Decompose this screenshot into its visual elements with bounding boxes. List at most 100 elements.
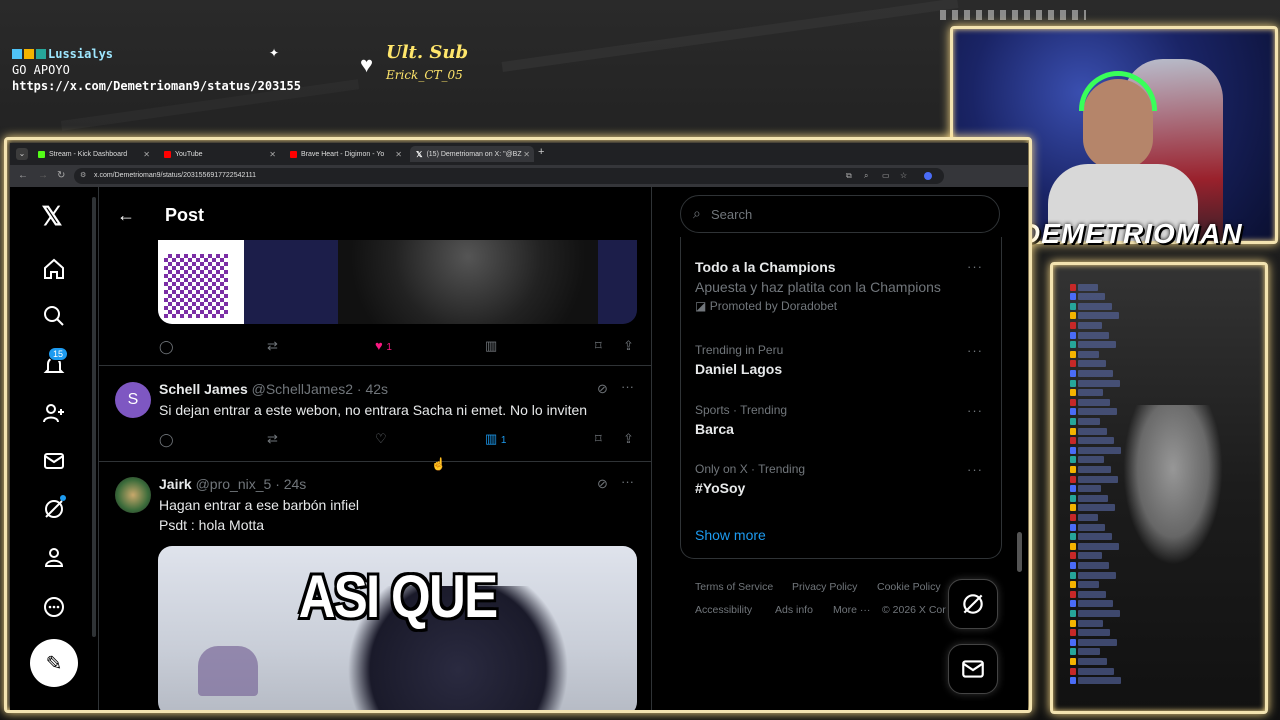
more-options-icon[interactable]: ··· (621, 474, 634, 489)
back-icon[interactable]: ← (18, 170, 28, 181)
site-info-icon[interactable]: ⚙ (80, 171, 86, 179)
tab-youtube-2[interactable]: Brave Heart - Digimon - Yo ✕ (284, 146, 406, 162)
notifications-icon[interactable]: 15 (40, 347, 69, 379)
chat-badge-icon (1070, 609, 1076, 617)
repost-icon[interactable]: ⇄ (267, 338, 278, 354)
chat-line (1078, 293, 1105, 301)
tab-x-active[interactable]: 𝕏 (15) Demetrioman on X: "@BZ ✕ (410, 146, 534, 162)
compose-post-button[interactable]: ✎ (30, 639, 78, 687)
show-more-link[interactable]: Show more (695, 527, 766, 543)
post-time[interactable]: · 24s (275, 476, 306, 492)
avatar[interactable] (115, 477, 151, 513)
repost-icon[interactable]: ⇄ (267, 431, 278, 447)
author-handle[interactable]: @pro_nix_5 (196, 476, 272, 492)
ult-sub-label: Ult. Sub (386, 42, 469, 63)
share-icon[interactable]: ⇪ (623, 431, 634, 447)
bookmark-icon[interactable]: ⌑ (595, 338, 602, 354)
reload-icon[interactable]: ↻ (57, 170, 65, 181)
x-logo-icon[interactable]: 𝕏 (38, 201, 66, 231)
profile-icon[interactable] (40, 543, 68, 571)
new-tab-button[interactable]: + (538, 146, 544, 158)
grok-floating-button[interactable] (948, 579, 998, 629)
forward-icon[interactable]: → (38, 170, 48, 181)
video-person (338, 240, 598, 324)
close-icon[interactable]: ✕ (523, 150, 530, 159)
trend-item[interactable]: Only on X · Trending #YoSoy (695, 462, 805, 496)
close-icon[interactable]: ✕ (143, 150, 150, 159)
author-name[interactable]: Schell James (159, 381, 248, 397)
author-handle[interactable]: @SchellJames2 (252, 381, 353, 397)
reply-header: Jairk @pro_nix_5 · 24s (159, 476, 306, 492)
extension-icon[interactable] (924, 172, 932, 180)
chat-badge-icon (1070, 581, 1076, 589)
address-bar[interactable]: ⚙ x.com/Demetrioman9/status/203155691772… (74, 168, 944, 184)
chat-line (1078, 456, 1104, 464)
footer-ads-link[interactable]: Ads info (775, 604, 813, 616)
chat-line (1078, 331, 1109, 339)
search-box[interactable]: ⌕ Search (680, 195, 1000, 233)
avatar[interactable]: S (115, 382, 151, 418)
chat-badge-icon (1070, 600, 1076, 608)
notification-badge: 15 (48, 347, 69, 361)
zoom-icon[interactable]: ⌕ (864, 171, 868, 181)
grok-icon[interactable]: ⊘ (597, 476, 608, 492)
back-arrow-icon[interactable]: ← (117, 205, 135, 226)
chat-line (1078, 600, 1113, 608)
like-button[interactable]: ♥ 1 (375, 338, 392, 353)
views-icon[interactable]: ▥ (485, 338, 497, 354)
trend-item-promoted[interactable]: Todo a la Champions Apuesta y haz platit… (695, 259, 985, 313)
chat-row (1070, 656, 1107, 666)
chat-badge-icon (1070, 293, 1076, 301)
url-text[interactable]: x.com/Demetrioman9/status/20315569177225… (94, 172, 256, 179)
search-input[interactable]: Search (711, 207, 752, 222)
chat-line (1078, 427, 1107, 435)
reply-icon[interactable]: ◯ (159, 432, 174, 448)
footer-accessibility-link[interactable]: Accessibility (695, 604, 752, 616)
tab-kick[interactable]: Stream - Kick Dashboard ✕ (32, 146, 154, 162)
like-icon[interactable]: ♡ (375, 431, 387, 447)
more-options-icon[interactable]: ··· (967, 259, 983, 274)
reply-text: Hagan entrar a ese barbón infiel (159, 497, 360, 513)
bookmark-icon[interactable]: ⌑ (595, 431, 602, 447)
post-media[interactable] (158, 240, 637, 324)
cast-icon[interactable]: ▭ (882, 171, 890, 180)
tab-search-icon[interactable]: ⌄ (16, 148, 28, 160)
close-icon[interactable]: ✕ (269, 150, 276, 159)
search-icon[interactable] (40, 302, 68, 330)
bookmark-star-icon[interactable]: ☆ (900, 171, 907, 180)
messages-icon[interactable] (40, 447, 68, 475)
more-options-icon[interactable]: ··· (621, 379, 634, 394)
footer-terms-link[interactable]: Terms of Service (695, 581, 773, 593)
chat-line (1078, 369, 1113, 377)
post-time[interactable]: · 42s (357, 381, 388, 397)
chat-line (1078, 485, 1101, 493)
views-button[interactable]: ▥ 1 (485, 431, 506, 447)
footer-cookie-link[interactable]: Cookie Policy (877, 581, 941, 593)
more-options-icon[interactable]: ··· (967, 343, 983, 358)
left-scrollbar[interactable] (92, 197, 96, 637)
reply-icon[interactable]: ◯ (159, 339, 174, 355)
translate-icon[interactable]: ⧉ (846, 171, 852, 181)
follow-icon[interactable] (40, 399, 68, 427)
grok-icon[interactable] (40, 495, 68, 523)
more-options-icon[interactable]: ··· (967, 462, 983, 477)
trend-item[interactable]: Sports · Trending Barca (695, 403, 787, 437)
messages-floating-button[interactable] (948, 644, 998, 694)
promoted-icon: ◪ (695, 299, 707, 313)
grok-icon[interactable]: ⊘ (597, 381, 608, 397)
page-scrollbar[interactable] (1017, 532, 1022, 572)
trend-item[interactable]: Trending in Peru Daniel Lagos (695, 343, 783, 377)
more-icon[interactable] (40, 593, 68, 621)
chat-badge-icon (1070, 398, 1076, 406)
more-options-icon[interactable]: ··· (967, 403, 983, 418)
tab-youtube[interactable]: YouTube ✕ (158, 146, 280, 162)
footer-privacy-link[interactable]: Privacy Policy (792, 581, 857, 593)
chat-badge-icon (1070, 629, 1076, 637)
close-icon[interactable]: ✕ (395, 150, 402, 159)
share-icon[interactable]: ⇪ (623, 338, 634, 354)
post-gif[interactable]: ASI QUE (158, 546, 637, 710)
author-name[interactable]: Jairk (159, 476, 192, 492)
chat-row (1070, 426, 1107, 436)
footer-more-link[interactable]: More ··· (833, 604, 870, 616)
home-icon[interactable] (40, 255, 68, 283)
